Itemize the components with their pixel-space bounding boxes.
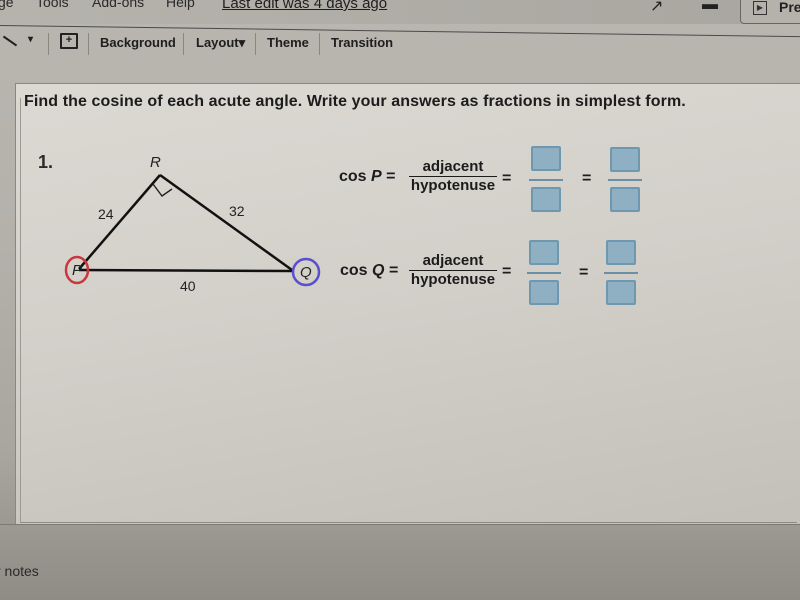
simplified-box-numerator[interactable] <box>610 147 640 172</box>
answer-box-numerator[interactable] <box>531 146 561 171</box>
cos-q-label: cos Q = <box>340 262 398 280</box>
cos-func: cos <box>340 262 368 279</box>
answer-box-numerator[interactable] <box>529 240 559 265</box>
answer-fraction-bar <box>529 179 563 181</box>
side-rq-length: 32 <box>229 203 245 219</box>
side-pr <box>78 174 161 270</box>
simplified-fraction-bar <box>604 272 638 274</box>
side-rq <box>159 173 293 272</box>
angle-q: Q <box>372 262 385 279</box>
fraction-denominator: hypotenuse <box>410 177 496 194</box>
equals-sign: = <box>579 264 589 281</box>
equals-sign: = <box>388 262 399 279</box>
simplified-fraction-bar <box>608 179 642 181</box>
fraction-denominator: hypotenuse <box>410 271 496 288</box>
simplified-box-numerator[interactable] <box>606 240 636 265</box>
fraction-numerator: adjacent <box>409 158 497 177</box>
cos-func: cos <box>339 168 367 185</box>
simplified-box-denominator[interactable] <box>606 280 636 305</box>
side-pq <box>78 268 293 273</box>
equals-sign: = <box>502 170 512 187</box>
side-pq-length: 40 <box>180 278 196 294</box>
equals-sign: = <box>502 263 512 280</box>
notes-divider <box>0 524 800 525</box>
vertex-r-label: R <box>150 154 161 171</box>
equals-sign: = <box>386 168 396 185</box>
cos-p-label: cos P = <box>339 168 396 186</box>
angle-p: P <box>371 168 382 185</box>
right-angle-marker <box>152 183 173 197</box>
triangle-diagram: R P Q 24 32 40 <box>64 154 321 294</box>
side-pr-length: 24 <box>98 206 114 222</box>
equals-sign: = <box>582 170 592 187</box>
answer-box-denominator[interactable] <box>531 187 561 212</box>
simplified-box-denominator[interactable] <box>610 187 640 212</box>
fraction-numerator: adjacent <box>409 252 497 271</box>
vertex-p-label: P <box>72 262 82 279</box>
speaker-notes[interactable]: r notes <box>0 563 39 579</box>
vertex-q-label: Q <box>300 264 312 281</box>
adjacent-over-hypotenuse: adjacent hypotenuse <box>409 252 497 288</box>
answer-box-denominator[interactable] <box>529 280 559 305</box>
answer-fraction-bar <box>527 272 561 274</box>
adjacent-over-hypotenuse: adjacent hypotenuse <box>409 158 497 194</box>
